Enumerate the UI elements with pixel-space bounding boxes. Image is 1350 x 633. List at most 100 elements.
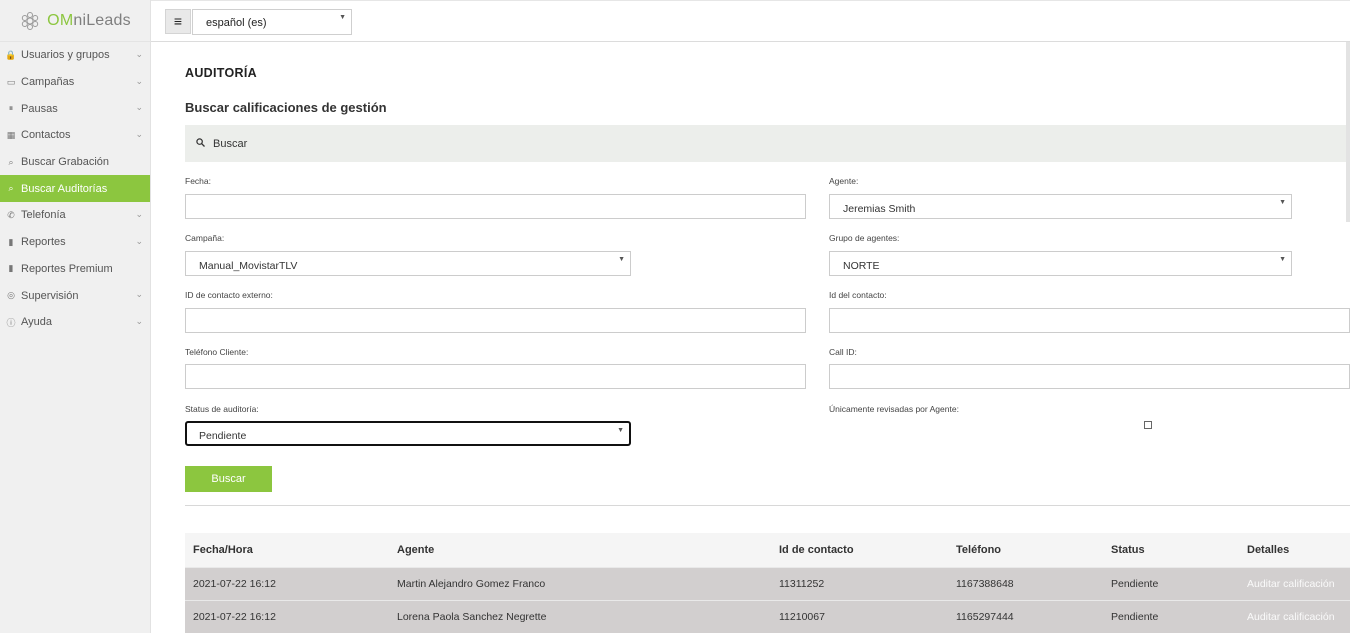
call-id-input[interactable] bbox=[829, 364, 1350, 389]
search-icon bbox=[196, 138, 205, 149]
search-panel-label: Buscar bbox=[213, 138, 248, 150]
column-header: Id de contacto bbox=[779, 544, 854, 556]
revisadas-checkbox[interactable] bbox=[1144, 421, 1152, 429]
caret-down-icon: ▼ bbox=[617, 427, 624, 434]
sidebar-item-7[interactable]: ▮ Reportes ⌄ bbox=[0, 229, 150, 256]
divider bbox=[185, 505, 1350, 506]
campaign-icon: ▭ bbox=[6, 76, 16, 87]
fecha-input[interactable] bbox=[185, 194, 806, 219]
id-contacto-input[interactable] bbox=[829, 308, 1350, 333]
table-row: 2021-07-22 16:12 Lorena Paola Sanchez Neg… bbox=[185, 600, 1350, 633]
status-select[interactable]: Pendiente ▼ bbox=[185, 421, 631, 446]
chevron-down-icon: ⌄ bbox=[135, 315, 143, 326]
chevron-down-icon: ⌄ bbox=[135, 75, 143, 86]
sidebar-item-3[interactable]: ▦ Contactos ⌄ bbox=[0, 122, 150, 149]
column-header: Teléfono bbox=[956, 544, 1002, 556]
caret-down-icon: ▼ bbox=[618, 256, 625, 263]
search-icon: ⌕ bbox=[8, 156, 14, 167]
chevron-down-icon: ⌄ bbox=[135, 289, 143, 300]
caret-down-icon: ▼ bbox=[339, 14, 346, 21]
sidebar-item-label: Supervisión bbox=[21, 289, 79, 302]
omnileads-logo-icon bbox=[21, 11, 39, 30]
chevron-down-icon: ⌄ bbox=[135, 102, 143, 113]
campana-select-value: Manual_MovistarTLV bbox=[199, 260, 298, 272]
table-cell: Lorena Paola Sanchez Negrette bbox=[397, 611, 547, 623]
column-header: Status bbox=[1111, 544, 1145, 556]
search-icon: ⌕ bbox=[8, 183, 14, 194]
auditar-link[interactable]: Auditar calificación bbox=[1239, 601, 1350, 633]
campana-select[interactable]: Manual_MovistarTLV ▼ bbox=[185, 251, 631, 276]
fecha-label: Fecha: bbox=[185, 176, 211, 186]
sidebar-item-9[interactable]: ◎ Supervisión ⌄ bbox=[0, 282, 150, 309]
phone-icon: ✆ bbox=[7, 209, 15, 220]
table-cell: 11311252 bbox=[779, 578, 825, 590]
section-title: Buscar calificaciones de gestión bbox=[185, 100, 387, 115]
results-table: Fecha/Hora Agente Id de contacto Teléfono St… bbox=[185, 533, 1350, 633]
sidebar-item-label: Ayuda bbox=[21, 316, 52, 329]
sidebar-item-4[interactable]: ⌕ Buscar Grabación bbox=[0, 149, 150, 176]
table-header: Fecha/Hora Agente Id de contacto Teléfono St… bbox=[185, 533, 1350, 567]
agente-select[interactable]: Jeremias Smith ▼ bbox=[829, 194, 1292, 219]
bar-chart-icon: ▮ bbox=[8, 236, 14, 247]
sidebar-item-label: Buscar Auditorías bbox=[21, 182, 108, 195]
language-select[interactable]: español (es) ▼ bbox=[192, 9, 352, 35]
sidebar-item-10[interactable]: ⓘ Ayuda ⌄ bbox=[0, 309, 150, 336]
buscar-button[interactable]: Buscar bbox=[185, 466, 272, 492]
sidebar-item-8[interactable]: ▮ Reportes Premium bbox=[0, 256, 150, 283]
id-externo-input[interactable] bbox=[185, 308, 806, 333]
sidebar-item-label: Pausas bbox=[21, 102, 58, 115]
pause-icon: ⏸ bbox=[8, 103, 14, 114]
top-bar: ≡ español (es) ▼ bbox=[151, 0, 1350, 42]
search-panel-header[interactable]: Buscar bbox=[185, 125, 1350, 162]
revisadas-label: Únicamente revisadas por Agente: bbox=[829, 404, 959, 414]
column-header: Fecha/Hora bbox=[193, 544, 253, 556]
brand-name: OMniLeads bbox=[47, 11, 131, 29]
sidebar-item-2[interactable]: ⏸ Pausas ⌄ bbox=[0, 95, 150, 122]
grupo-agentes-select-value: NORTE bbox=[843, 260, 880, 272]
auditar-link[interactable]: Auditar calificación bbox=[1239, 568, 1350, 600]
column-header: Agente bbox=[397, 544, 435, 556]
table-cell: 11210067 bbox=[779, 611, 825, 623]
info-icon: ⓘ bbox=[6, 317, 16, 328]
table-cell: Martin Alejandro Gomez Franco bbox=[397, 578, 546, 590]
bar-chart-icon: ▮ bbox=[8, 263, 14, 274]
telefono-input[interactable] bbox=[185, 364, 806, 389]
app-root: OMniLeads 🔒 Usuarios y grupos ⌄ ▭ Campañas ⌄ ⏸… bbox=[0, 0, 1350, 633]
table-body: 2021-07-22 16:12 Martin Alejandro Gomez F… bbox=[185, 567, 1350, 633]
table-cell: 1165297444 bbox=[956, 611, 1014, 623]
chevron-down-icon: ⌄ bbox=[135, 209, 143, 220]
grupo-agentes-label: Grupo de agentes: bbox=[829, 233, 900, 243]
menu-toggle-button[interactable]: ≡ bbox=[165, 9, 191, 34]
lock-icon: 🔒 bbox=[5, 49, 17, 60]
main-content: AUDITORÍA Buscar calificaciones de gesti… bbox=[151, 42, 1350, 633]
agente-label: Agente: bbox=[829, 176, 859, 186]
table-cell: 2021-07-22 16:12 bbox=[193, 578, 276, 590]
caret-down-icon: ▼ bbox=[1279, 256, 1286, 263]
page-scrollbar[interactable] bbox=[1346, 42, 1350, 222]
table-cell: Pendiente bbox=[1111, 578, 1159, 590]
sidebar-item-5[interactable]: ⌕ Buscar Auditorías bbox=[0, 175, 150, 203]
telefono-label: Teléfono Cliente: bbox=[185, 347, 249, 357]
sidebar-item-1[interactable]: ▭ Campañas ⌄ bbox=[0, 69, 150, 96]
sidebar-item-label: Usuarios y grupos bbox=[21, 49, 110, 62]
sidebar-item-label: Reportes Premium bbox=[21, 262, 113, 275]
sidebar: OMniLeads 🔒 Usuarios y grupos ⌄ ▭ Campañas ⌄ ⏸… bbox=[0, 0, 151, 633]
campana-label: Campaña: bbox=[185, 233, 225, 243]
brand-logo[interactable]: OMniLeads bbox=[0, 0, 150, 42]
table-cell: Pendiente bbox=[1111, 611, 1159, 623]
table-cell: 2021-07-22 16:12 bbox=[193, 611, 276, 623]
id-externo-label: ID de contacto externo: bbox=[185, 290, 273, 300]
grupo-agentes-select[interactable]: NORTE ▼ bbox=[829, 251, 1292, 276]
page-title: AUDITORÍA bbox=[185, 66, 257, 80]
table-cell: 1167388648 bbox=[956, 578, 1014, 590]
sidebar-item-6[interactable]: ✆ Telefonía ⌄ bbox=[0, 202, 150, 229]
column-header: Detalles bbox=[1247, 544, 1290, 556]
sidebar-item-0[interactable]: 🔒 Usuarios y grupos ⌄ bbox=[0, 42, 150, 69]
call-id-label: Call ID: bbox=[829, 347, 857, 357]
sidebar-item-label: Buscar Grabación bbox=[21, 156, 110, 169]
contacts-icon: ▦ bbox=[6, 129, 16, 140]
status-label: Status de auditoría: bbox=[185, 404, 259, 414]
language-select-value: español (es) bbox=[206, 17, 267, 29]
chevron-down-icon: ⌄ bbox=[135, 129, 143, 140]
table-row: 2021-07-22 16:12 Martin Alejandro Gomez F… bbox=[185, 567, 1350, 600]
